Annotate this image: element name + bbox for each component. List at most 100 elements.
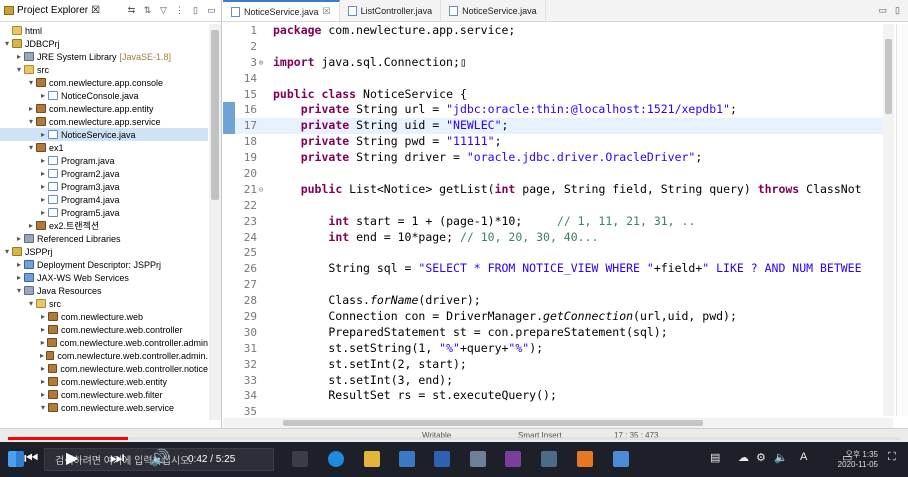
volume-icon[interactable]: 🔊 <box>150 450 170 468</box>
fold-toggle-icon[interactable] <box>257 134 265 150</box>
collapsed-arrow-icon[interactable]: ▸ <box>38 208 48 217</box>
editor-horizontal-scrollbar[interactable] <box>223 418 893 428</box>
fold-toggle-icon[interactable] <box>257 23 265 39</box>
expanded-arrow-icon[interactable]: ▾ <box>26 117 36 126</box>
collapsed-arrow-icon[interactable]: ▸ <box>38 130 48 139</box>
tree-item[interactable]: ▸ Referenced Libraries <box>0 232 208 245</box>
code-line[interactable]: 34 ResultSet rs = st.executeQuery(); <box>223 388 883 404</box>
expanded-arrow-icon[interactable]: ▾ <box>26 299 36 308</box>
code-line[interactable]: 1 package com.newlecture.app.service; <box>223 23 883 39</box>
project-explorer-tab[interactable]: Project Explorer ☒ <box>4 5 100 16</box>
fold-toggle-icon[interactable] <box>257 245 265 261</box>
tree-item[interactable]: ▸ com.newlecture.app.entity <box>0 102 208 115</box>
code-line[interactable]: 30 PreparedStatement st = con.prepareSta… <box>223 325 883 341</box>
code-line[interactable]: 23 int start = 1 + (page-1)*10; // 1, 11… <box>223 214 883 230</box>
fold-toggle-icon[interactable] <box>257 357 265 373</box>
windows-start-icon[interactable] <box>8 451 24 467</box>
fullscreen-icon[interactable]: ⛶ <box>888 451 896 464</box>
play-icon[interactable]: ▶ <box>66 450 78 468</box>
collapse-all-icon[interactable]: ⇆ <box>126 5 137 16</box>
expanded-arrow-icon[interactable]: ▾ <box>2 39 12 48</box>
code-line[interactable]: 24 int end = 10*page; // 10, 20, 30, 40.… <box>223 230 883 246</box>
subtitles-icon[interactable]: ▤ <box>710 451 720 464</box>
fold-toggle-icon[interactable] <box>257 102 265 118</box>
code-line[interactable]: 22 <box>223 198 883 214</box>
tree-item[interactable]: ▸ com.newlecture.web.filter <box>0 388 208 401</box>
editor-tab-notice-service-2[interactable]: NoticeService.java <box>441 0 546 21</box>
code-line[interactable]: 25 <box>223 245 883 261</box>
code-line[interactable]: 19 private String driver = "oracle.jdbc.… <box>223 150 883 166</box>
app-icon[interactable] <box>613 451 629 467</box>
minimize-icon[interactable]: ▯ <box>190 5 201 16</box>
file-explorer-icon[interactable] <box>364 451 380 467</box>
expanded-arrow-icon[interactable]: ▾ <box>26 78 36 87</box>
expanded-arrow-icon[interactable]: ▾ <box>14 65 24 74</box>
tree-item[interactable]: ▾ JDBCPrj <box>0 37 208 50</box>
expanded-arrow-icon[interactable]: ▾ <box>14 286 24 295</box>
code-line[interactable]: 26 String sql = "SELECT * FROM NOTICE_VI… <box>223 261 883 277</box>
collapsed-arrow-icon[interactable]: ▸ <box>14 234 24 243</box>
fold-toggle-icon[interactable] <box>257 166 265 182</box>
code-line[interactable]: 31 st.setString(1, "%"+query+"%"); <box>223 341 883 357</box>
editor-vertical-scrollbar[interactable] <box>883 24 894 416</box>
app-icon[interactable] <box>541 451 557 467</box>
tree-item[interactable]: ▸ com.newlecture.web <box>0 310 208 323</box>
fold-toggle-icon[interactable] <box>257 87 265 103</box>
tree-item[interactable]: ▾ com.newlecture.app.service <box>0 115 208 128</box>
collapsed-arrow-icon[interactable]: ▸ <box>14 52 24 61</box>
close-icon[interactable]: ☒ <box>323 6 331 17</box>
collapsed-arrow-icon[interactable]: ▸ <box>38 195 48 204</box>
minimize-icon[interactable]: ▭ <box>879 5 888 16</box>
fold-toggle-icon[interactable] <box>257 214 265 230</box>
collapsed-arrow-icon[interactable]: ▸ <box>38 169 48 178</box>
collapsed-arrow-icon[interactable]: ▸ <box>38 325 48 334</box>
fold-toggle-icon[interactable] <box>257 230 265 246</box>
fold-toggle-icon[interactable] <box>257 388 265 404</box>
tree-item[interactable]: ▾ com.newlecture.web.service <box>0 401 208 414</box>
tree-item[interactable]: ▸ Program2.java <box>0 167 208 180</box>
input-language[interactable]: A <box>800 451 807 463</box>
fold-toggle-icon[interactable] <box>257 373 265 389</box>
expanded-arrow-icon[interactable]: ▾ <box>26 143 36 152</box>
code-line[interactable]: 14 <box>223 71 883 87</box>
tree-item[interactable]: ▸ JRE System Library [JavaSE-1.8] <box>0 50 208 63</box>
view-menu-icon[interactable]: ⋮ <box>174 5 185 16</box>
app-icon[interactable] <box>577 451 593 467</box>
scrollbar-thumb[interactable] <box>283 420 703 426</box>
fold-toggle-icon[interactable]: ⊖ <box>257 182 265 198</box>
tree-item[interactable]: ▸ NoticeConsole.java <box>0 89 208 102</box>
speaker-icon[interactable]: 🔈 <box>774 451 788 464</box>
code-line[interactable]: 20 <box>223 166 883 182</box>
code-line[interactable]: 29 Connection con = DriverManager.getCon… <box>223 309 883 325</box>
fold-toggle-icon[interactable] <box>257 39 265 55</box>
expanded-arrow-icon[interactable]: ▾ <box>38 403 48 412</box>
code-line[interactable]: 27 <box>223 277 883 293</box>
tree-item[interactable]: ▸ Program.java <box>0 154 208 167</box>
previous-icon[interactable]: ⏮ <box>24 450 38 468</box>
tree-item[interactable]: ▾ com.newlecture.app.console <box>0 76 208 89</box>
settings-gear-icon[interactable]: ⚙ <box>756 451 766 464</box>
tree-item[interactable]: ▸ com.newlecture.web.controller.admin <box>0 336 208 349</box>
fold-toggle-icon[interactable] <box>257 261 265 277</box>
fold-toggle-icon[interactable] <box>257 118 265 134</box>
close-icon[interactable]: ☒ <box>91 5 100 16</box>
tree-item[interactable]: ▸ Program4.java <box>0 193 208 206</box>
fold-toggle-icon[interactable] <box>257 198 265 214</box>
collapsed-arrow-icon[interactable]: ▸ <box>38 390 48 399</box>
link-with-editor-icon[interactable]: ⇅ <box>142 5 153 16</box>
filter-icon[interactable]: ▽ <box>158 5 169 16</box>
collapsed-arrow-icon[interactable]: ▸ <box>14 260 24 269</box>
tree-item[interactable]: ▾ src <box>0 297 208 310</box>
tree-item[interactable]: ▸ Program3.java <box>0 180 208 193</box>
fold-toggle-icon[interactable] <box>257 293 265 309</box>
collapsed-arrow-icon[interactable]: ▸ <box>14 273 24 282</box>
collapsed-arrow-icon[interactable]: ▸ <box>38 351 46 360</box>
code-line[interactable]: 32 st.setInt(2, start); <box>223 357 883 373</box>
collapsed-arrow-icon[interactable]: ▸ <box>38 156 48 165</box>
code-text-area[interactable]: 1 package com.newlecture.app.service; 2 3 ⊕ im… <box>223 23 883 418</box>
tree-item[interactable]: ▸ com.newlecture.web.controller.notice <box>0 362 208 375</box>
expanded-arrow-icon[interactable]: ▾ <box>2 247 12 256</box>
collapsed-arrow-icon[interactable]: ▸ <box>26 221 36 230</box>
code-line[interactable]: 3 ⊕ import java.sql.Connection;▯ <box>223 55 883 71</box>
code-line[interactable]: 35 <box>223 404 883 418</box>
